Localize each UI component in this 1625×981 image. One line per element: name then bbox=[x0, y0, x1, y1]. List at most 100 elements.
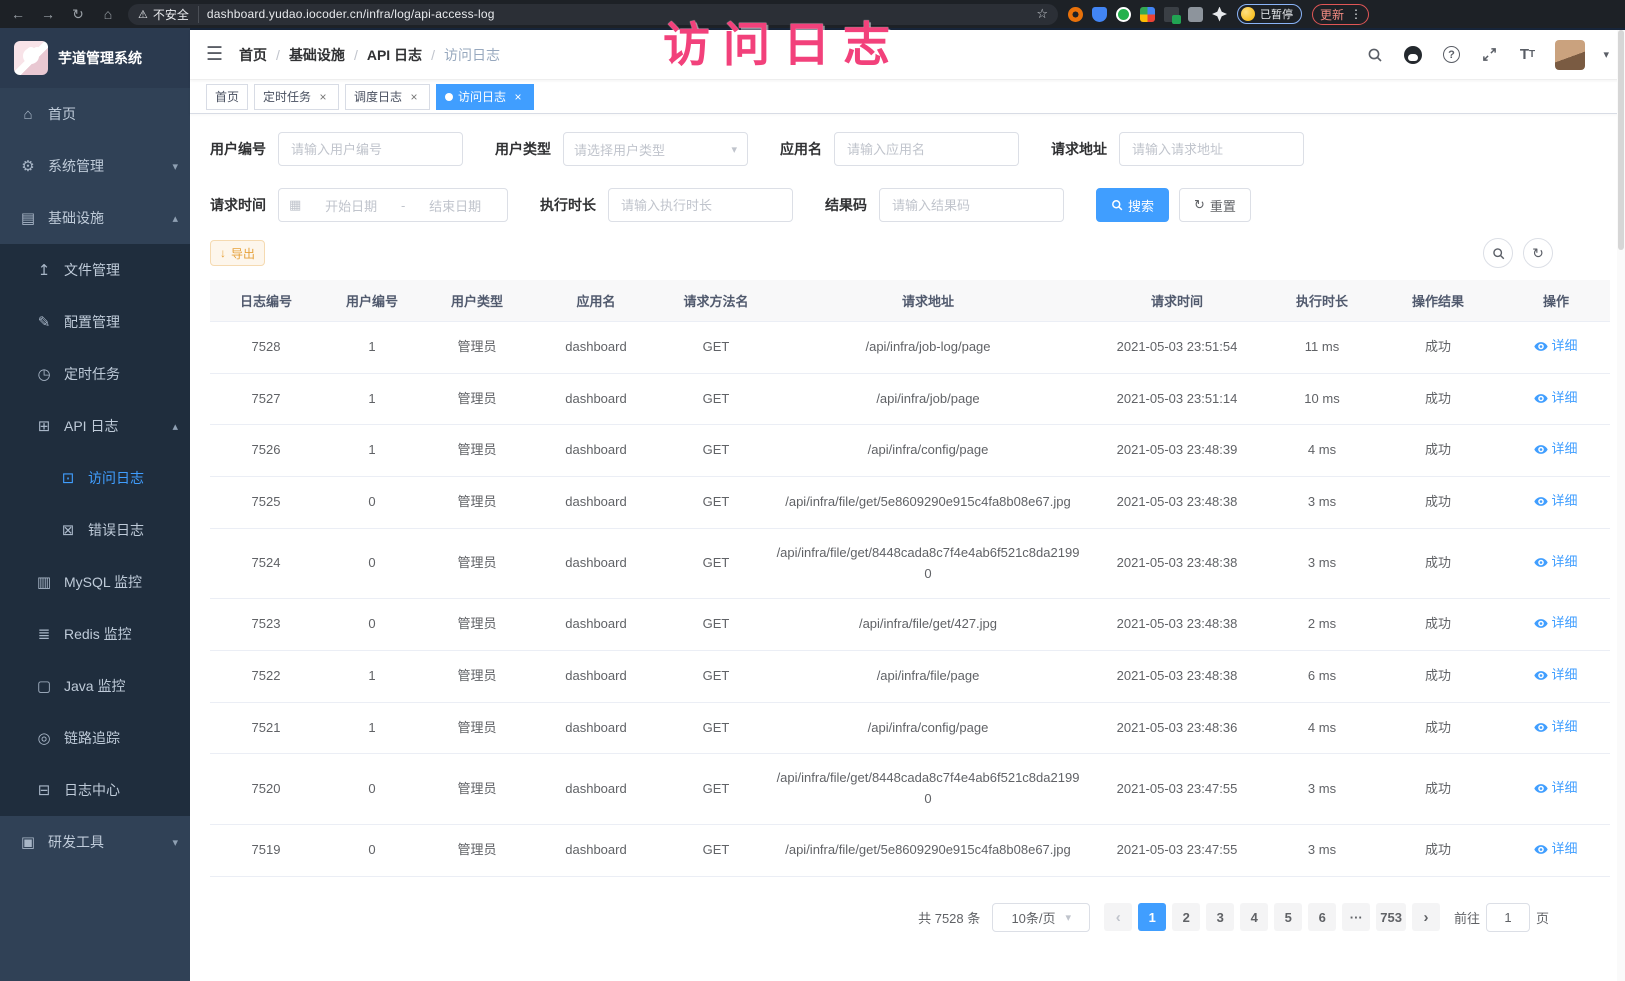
tag-label: 定时任务 bbox=[263, 88, 311, 105]
chevron-down-icon[interactable]: ▾ bbox=[1603, 48, 1609, 61]
log-id-cell: 7528 bbox=[210, 322, 322, 374]
page-button[interactable]: 6 bbox=[1308, 903, 1336, 931]
detail-link[interactable]: 详细 bbox=[1534, 439, 1577, 460]
sidebar-item-log-center[interactable]: ⊟日志中心 bbox=[0, 764, 190, 816]
menu-dots-icon[interactable]: ⋮ bbox=[1350, 7, 1361, 21]
extension-icon[interactable] bbox=[1140, 7, 1155, 22]
sidebar-item-access-log[interactable]: ⊡访问日志 bbox=[0, 452, 190, 504]
sidebar-item-config[interactable]: ✎配置管理 bbox=[0, 296, 190, 348]
user-id-cell: 1 bbox=[322, 651, 422, 703]
prev-page-button[interactable]: ‹ bbox=[1104, 903, 1132, 931]
detail-link[interactable]: 详细 bbox=[1534, 552, 1577, 573]
user-id-cell: 1 bbox=[322, 702, 422, 754]
font-size-icon[interactable]: TT bbox=[1517, 45, 1537, 65]
breadcrumb-item[interactable]: 首页 bbox=[239, 45, 267, 65]
request-time-range-picker[interactable]: ▦ 开始日期 - 结束日期 bbox=[278, 188, 508, 222]
close-icon[interactable]: × bbox=[407, 90, 421, 104]
extension-icon[interactable] bbox=[1212, 7, 1227, 22]
goto-page-input[interactable] bbox=[1486, 903, 1530, 932]
breadcrumb-item[interactable]: API 日志 bbox=[367, 45, 422, 65]
result-cell: 成功 bbox=[1374, 599, 1502, 651]
back-button[interactable]: ← bbox=[8, 6, 28, 22]
sidebar-item-tools[interactable]: ▣研发工具▾ bbox=[0, 816, 190, 868]
more-pages-button[interactable]: ··· bbox=[1342, 903, 1370, 931]
breadcrumb-item[interactable]: 基础设施 bbox=[289, 45, 345, 65]
extension-icon[interactable] bbox=[1164, 7, 1179, 22]
page-button[interactable]: 5 bbox=[1274, 903, 1302, 931]
close-icon[interactable]: × bbox=[316, 90, 330, 104]
security-chip[interactable]: ⚠ 不安全 bbox=[138, 6, 199, 23]
sidebar-item-infra[interactable]: ▤基础设施▴ bbox=[0, 192, 190, 244]
sidebar-item-error-log[interactable]: ⊠错误日志 bbox=[0, 504, 190, 556]
sidebar-item-mysql[interactable]: ▥MySQL 监控 bbox=[0, 556, 190, 608]
extensions-area bbox=[1068, 7, 1227, 22]
sidebar-item-api-log[interactable]: ⊞API 日志▴ bbox=[0, 400, 190, 452]
search-icon[interactable] bbox=[1365, 45, 1385, 65]
sidebar-item-java[interactable]: ▢Java 监控 bbox=[0, 660, 190, 712]
detail-link[interactable]: 详细 bbox=[1534, 613, 1577, 634]
reload-button[interactable]: ↻ bbox=[68, 6, 88, 23]
tag-item[interactable]: 首页 bbox=[206, 84, 248, 110]
tag-item[interactable]: 调度日志× bbox=[345, 84, 430, 110]
hamburger-icon[interactable]: ☰ bbox=[206, 43, 223, 66]
scrollbar-thumb[interactable] bbox=[1618, 30, 1624, 250]
extension-icon[interactable] bbox=[1092, 7, 1107, 22]
search-button[interactable]: 搜索 bbox=[1096, 188, 1169, 222]
app-logo-row[interactable]: 芋道管理系统 bbox=[0, 28, 190, 88]
app-name-input[interactable] bbox=[834, 132, 1019, 166]
avatar[interactable] bbox=[1555, 40, 1585, 70]
tag-item[interactable]: 访问日志× bbox=[436, 84, 534, 110]
detail-link[interactable]: 详细 bbox=[1534, 665, 1577, 686]
profile-chip[interactable]: 已暂停 bbox=[1237, 4, 1302, 24]
close-icon[interactable]: × bbox=[511, 90, 525, 104]
sidebar-item-job[interactable]: ◷定时任务 bbox=[0, 348, 190, 400]
url-text[interactable]: dashboard.yudao.iocoder.cn/infra/log/api… bbox=[207, 7, 1028, 21]
detail-link[interactable]: 详细 bbox=[1534, 336, 1577, 357]
user-id-input[interactable] bbox=[278, 132, 463, 166]
update-button[interactable]: 更新 ⋮ bbox=[1312, 4, 1369, 25]
reset-button[interactable]: ↻ 重置 bbox=[1179, 188, 1251, 222]
page-size-select[interactable]: 10条/页 ▾ bbox=[992, 903, 1090, 932]
extension-icon[interactable] bbox=[1188, 7, 1203, 22]
bookmark-icon[interactable]: ☆ bbox=[1036, 6, 1048, 22]
next-page-button[interactable]: › bbox=[1412, 903, 1440, 931]
error-log-icon: ⊠ bbox=[60, 521, 76, 539]
goto-label: 前往 bbox=[1454, 908, 1480, 927]
url-bar[interactable]: ⚠ 不安全 dashboard.yudao.iocoder.cn/infra/l… bbox=[128, 4, 1058, 25]
page-button[interactable]: 1 bbox=[1138, 903, 1166, 931]
tag-item[interactable]: 定时任务 × bbox=[254, 84, 339, 110]
extension-icon[interactable] bbox=[1116, 7, 1131, 22]
page-button[interactable]: 2 bbox=[1172, 903, 1200, 931]
page-button[interactable]: 4 bbox=[1240, 903, 1268, 931]
fullscreen-icon[interactable] bbox=[1479, 45, 1499, 65]
extension-icon[interactable] bbox=[1068, 7, 1083, 22]
duration-input[interactable] bbox=[608, 188, 793, 222]
detail-link[interactable]: 详细 bbox=[1534, 839, 1577, 860]
refresh-table-button[interactable]: ↻ bbox=[1523, 238, 1553, 268]
export-button[interactable]: ↓ 导出 bbox=[210, 240, 265, 266]
scrollbar[interactable] bbox=[1617, 30, 1625, 981]
action-cell: 详细 bbox=[1502, 425, 1610, 477]
detail-link[interactable]: 详细 bbox=[1534, 778, 1577, 799]
github-icon[interactable] bbox=[1403, 45, 1423, 65]
column-header: 请求方法名 bbox=[660, 280, 772, 322]
sidebar-item-label: 定时任务 bbox=[64, 364, 178, 384]
page-button[interactable]: 753 bbox=[1376, 903, 1406, 931]
result-cell: 成功 bbox=[1374, 477, 1502, 529]
result-code-input[interactable] bbox=[879, 188, 1064, 222]
sidebar-item-redis[interactable]: ≣Redis 监控 bbox=[0, 608, 190, 660]
request-url-input[interactable] bbox=[1119, 132, 1304, 166]
help-icon[interactable]: ? bbox=[1441, 45, 1461, 65]
detail-link[interactable]: 详细 bbox=[1534, 388, 1577, 409]
detail-link[interactable]: 详细 bbox=[1534, 717, 1577, 738]
user-type-select[interactable]: 请选择用户类型 ▾ bbox=[563, 132, 748, 166]
sidebar-item-home[interactable]: ⌂首页 bbox=[0, 88, 190, 140]
toggle-search-button[interactable] bbox=[1483, 238, 1513, 268]
sidebar-item-file[interactable]: ↥文件管理 bbox=[0, 244, 190, 296]
home-button[interactable]: ⌂ bbox=[98, 6, 118, 22]
page-button[interactable]: 3 bbox=[1206, 903, 1234, 931]
sidebar-item-trace[interactable]: ◎链路追踪 bbox=[0, 712, 190, 764]
sidebar-item-system[interactable]: ⚙系统管理▾ bbox=[0, 140, 190, 192]
detail-link[interactable]: 详细 bbox=[1534, 491, 1577, 512]
forward-button[interactable]: → bbox=[38, 6, 58, 22]
